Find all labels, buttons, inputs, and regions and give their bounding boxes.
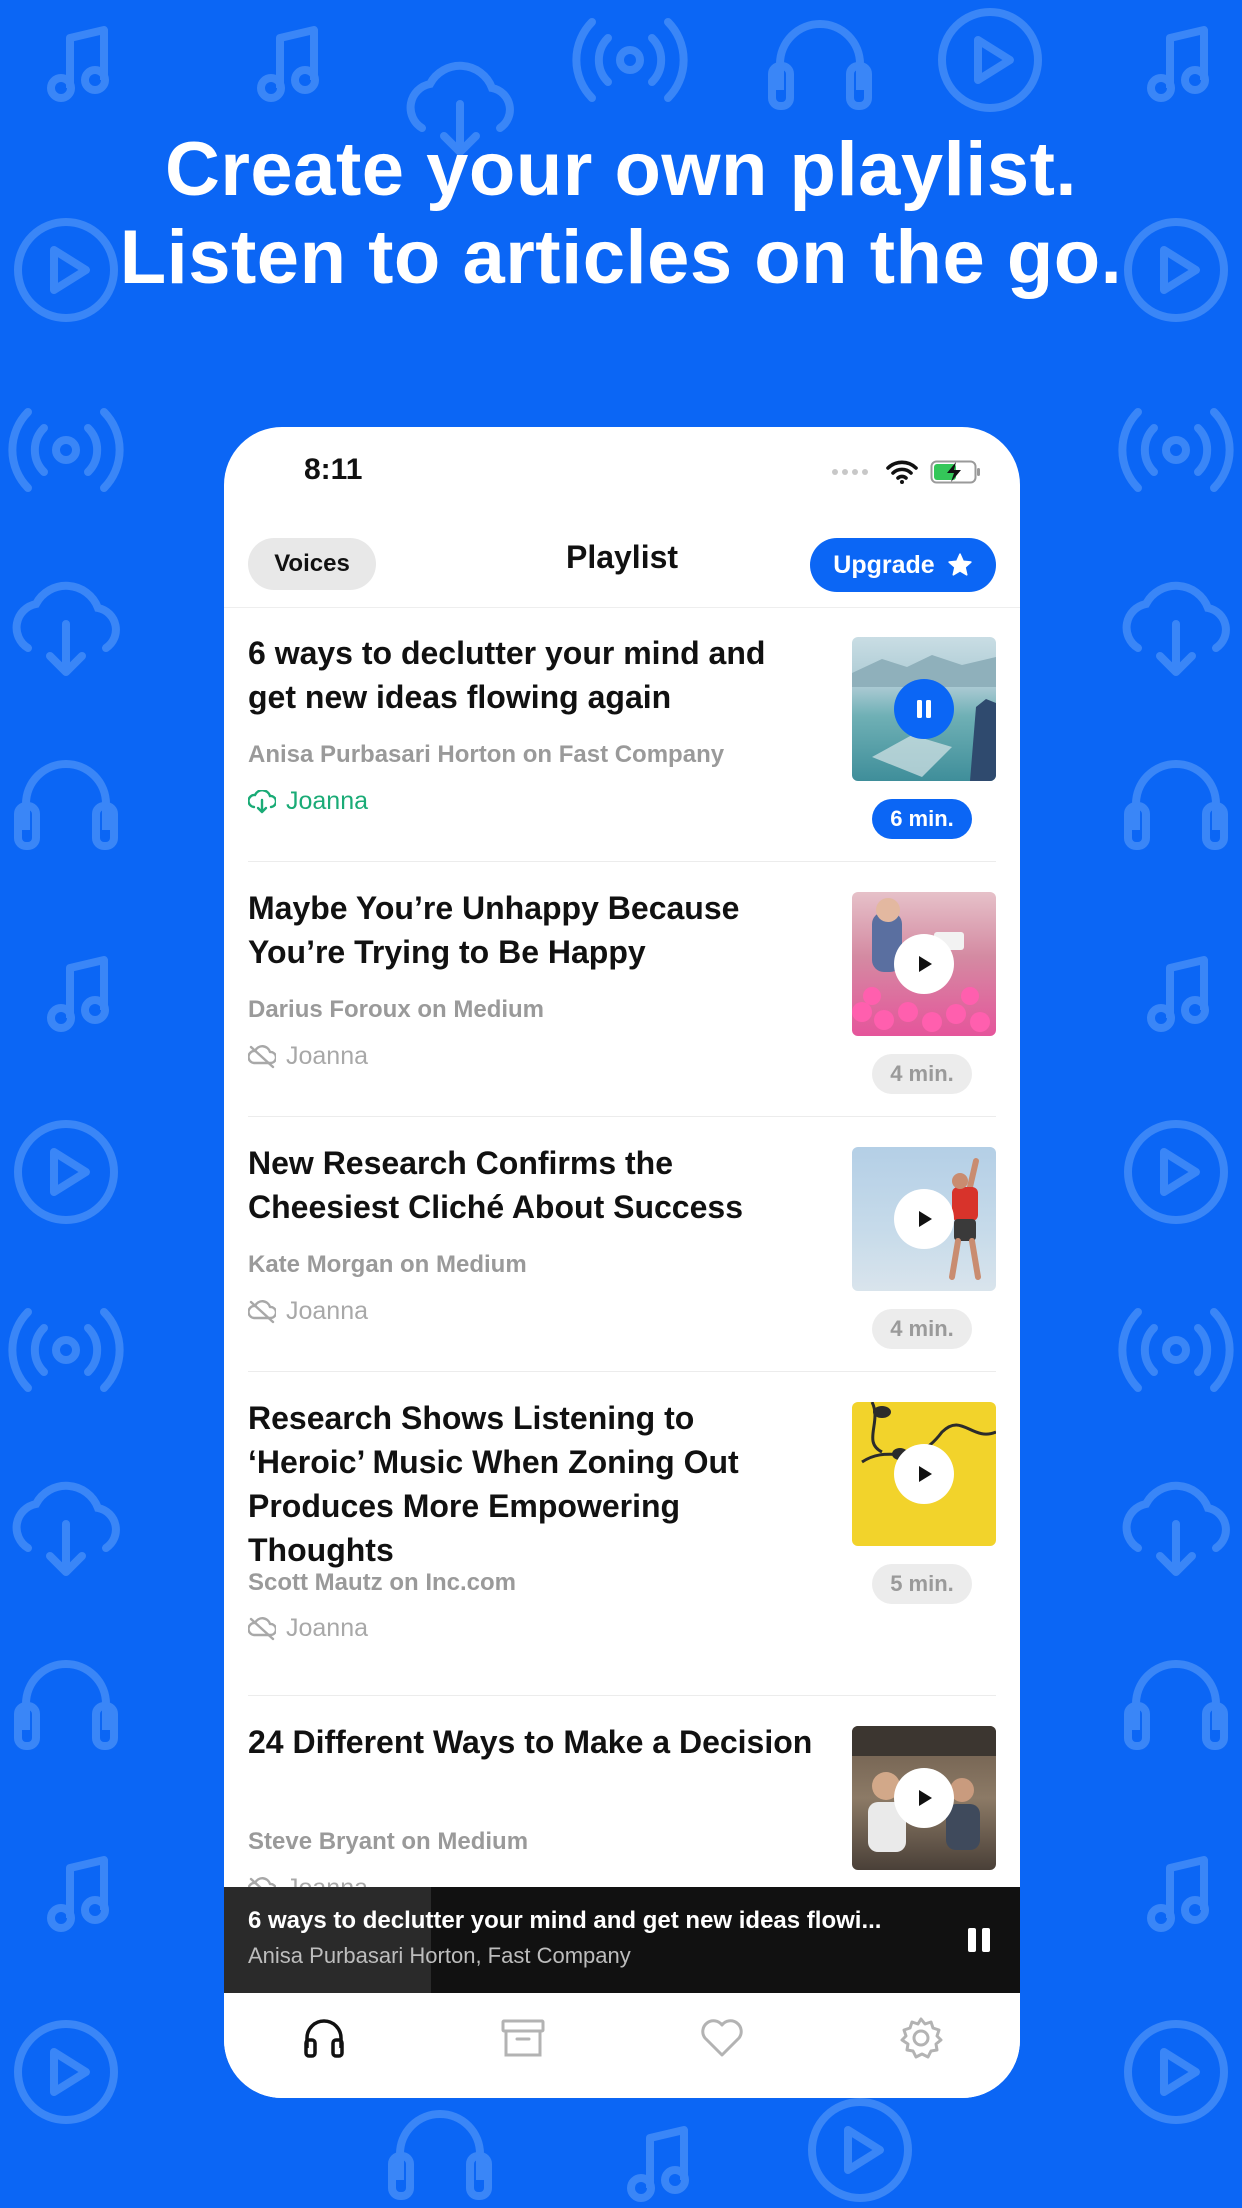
tab-bar — [224, 1993, 1020, 2098]
voice-name: Joanna — [286, 787, 369, 815]
play-button[interactable] — [894, 1444, 954, 1504]
status-time: 8:11 — [304, 453, 363, 486]
earphones-image — [852, 1402, 996, 1546]
headline-line-2: Listen to articles on the go. — [119, 215, 1123, 300]
playlist-list: 6 ways to declutter your mind and get ne… — [224, 607, 1020, 1895]
voices-button[interactable]: Voices — [248, 538, 376, 590]
article-voice: Joanna — [248, 1614, 368, 1643]
voice-name: Joanna — [286, 1297, 369, 1325]
article-source: Steve Bryant on Medium — [248, 1828, 529, 1855]
heart-icon — [700, 2018, 743, 2056]
signal-icon — [832, 469, 868, 475]
duration-badge: 6 min. — [872, 799, 972, 839]
archive-icon — [501, 2019, 544, 2056]
article-title: Research Shows Listening to ‘Heroic’ Mus… — [248, 1400, 739, 1568]
mini-player-subtitle: Anisa Purbasari Horton, Fast Company — [248, 1943, 631, 1968]
article-title: Maybe You’re Unhappy Because You’re Tryi… — [248, 890, 740, 970]
climber-image — [852, 1147, 996, 1291]
battery-charging-icon — [930, 460, 980, 484]
upgrade-button[interactable]: Upgrade — [810, 538, 996, 592]
cloud-download-icon — [248, 789, 276, 813]
article-source: Scott Mautz on Inc.com — [248, 1569, 517, 1596]
phone-screen: 8:11 Voices Playlist Upgrade 6 ways to d… — [224, 427, 1020, 2098]
duration-badge: 4 min. — [872, 1309, 972, 1349]
article-title: New Research Confirms the Cheesiest Clic… — [248, 1145, 743, 1225]
article-voice: Joanna — [248, 1042, 368, 1071]
tab-settings[interactable] — [821, 1993, 1020, 2098]
article-title: 6 ways to declutter your mind and get ne… — [248, 635, 766, 715]
wifi-icon — [886, 460, 918, 484]
play-button[interactable] — [894, 1189, 954, 1249]
article-source: Anisa Purbasari Horton on Fast Company — [248, 741, 725, 768]
duration-badge: 5 min. — [872, 1564, 972, 1604]
promo-headline: Create your own playlist. Listen to arti… — [0, 126, 1242, 302]
cloud-offline-icon — [248, 1299, 276, 1323]
tab-archive[interactable] — [423, 1993, 622, 2098]
play-button[interactable] — [894, 1768, 954, 1828]
cloud-offline-icon — [248, 1616, 276, 1640]
article-voice: Joanna — [248, 787, 368, 816]
pause-icon[interactable] — [964, 1925, 994, 1955]
article-source: Darius Foroux on Medium — [248, 996, 545, 1023]
pause-button[interactable] — [894, 679, 954, 739]
article-voice: Joanna — [248, 1297, 368, 1326]
headline-line-1: Create your own playlist. — [164, 127, 1078, 212]
playback-progress — [224, 1887, 431, 1993]
play-icon — [919, 1790, 932, 1806]
status-icons — [832, 459, 982, 485]
lake-dock-image — [852, 637, 996, 781]
play-icon — [919, 956, 932, 972]
star-icon — [948, 553, 972, 576]
article-source: Kate Morgan on Medium — [248, 1251, 527, 1278]
play-icon — [919, 1466, 932, 1482]
article-title: 24 Different Ways to Make a Decision — [248, 1724, 813, 1760]
settings-gear-icon — [900, 2017, 942, 2058]
tab-playlist[interactable] — [224, 1993, 423, 2098]
article-row[interactable]: 24 Different Ways to Make a Decision Ste… — [248, 1696, 996, 1895]
headphones-icon — [303, 2018, 344, 2058]
status-bar: 8:11 — [224, 427, 1020, 517]
nav-bar: Voices Playlist Upgrade — [224, 517, 1020, 608]
mini-player-title: 6 ways to declutter your mind and get ne… — [248, 1907, 882, 1934]
mini-player[interactable]: 6 ways to declutter your mind and get ne… — [224, 1887, 1020, 1993]
voice-name: Joanna — [286, 1042, 369, 1070]
pause-icon — [917, 700, 931, 718]
play-button[interactable] — [894, 934, 954, 994]
upgrade-button-label: Upgrade — [833, 550, 935, 579]
article-row[interactable]: New Research Confirms the Cheesiest Clic… — [248, 1117, 996, 1372]
duration-badge: 4 min. — [872, 1054, 972, 1094]
article-row[interactable]: Research Shows Listening to ‘Heroic’ Mus… — [248, 1372, 996, 1696]
pink-balls-image — [852, 892, 996, 1036]
article-row[interactable]: 6 ways to declutter your mind and get ne… — [248, 607, 996, 862]
article-row[interactable]: Maybe You’re Unhappy Because You’re Tryi… — [248, 862, 996, 1117]
play-icon — [919, 1211, 932, 1227]
voice-name: Joanna — [286, 1614, 369, 1642]
office-people-image — [852, 1726, 996, 1870]
cloud-offline-icon — [248, 1044, 276, 1068]
tab-favorites[interactable] — [622, 1993, 821, 2098]
